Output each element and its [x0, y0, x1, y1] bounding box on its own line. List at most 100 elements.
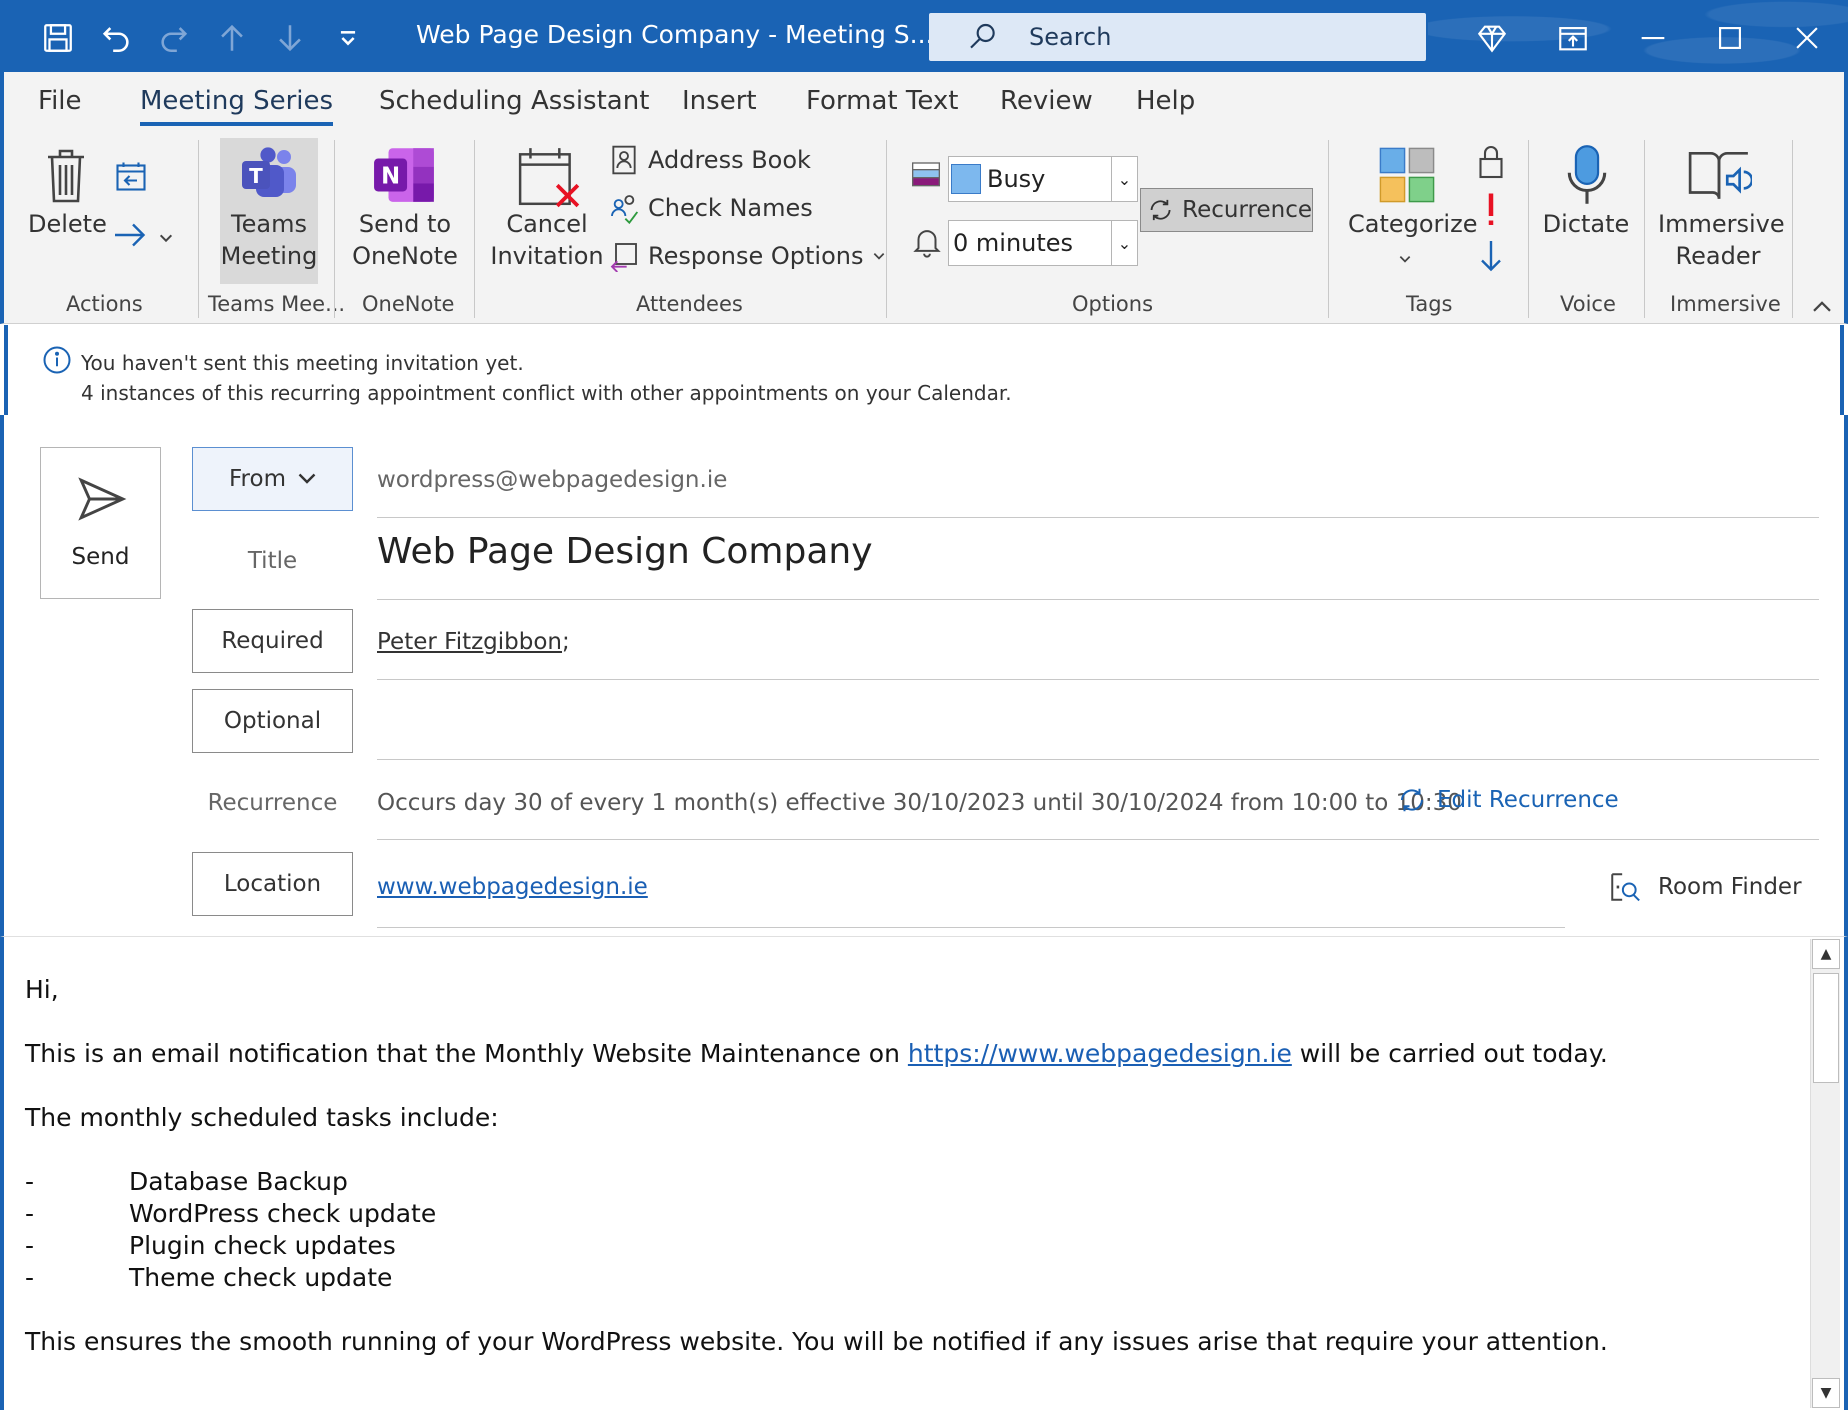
- group-label-tags: Tags: [1406, 292, 1453, 316]
- body-greeting: Hi,: [25, 975, 59, 1004]
- show-as-icon: [912, 162, 940, 187]
- ribbon-display-icon[interactable]: [1553, 18, 1593, 58]
- recurrence-icon: [1401, 788, 1423, 812]
- tab-scheduling-assistant[interactable]: Scheduling Assistant: [379, 86, 649, 116]
- vertical-scrollbar[interactable]: ▲ ▼: [1810, 939, 1840, 1408]
- from-value: wordpress@webpagedesign.ie: [377, 467, 728, 493]
- required-attendees-input[interactable]: Peter Fitzgibbon;: [377, 629, 570, 655]
- categorize-label: Categorize: [1348, 210, 1478, 238]
- tab-file[interactable]: File: [38, 86, 82, 116]
- onenote-label-line1: Send to: [358, 210, 452, 238]
- low-importance-icon[interactable]: [1476, 238, 1506, 274]
- chevron-down-icon: [1399, 256, 1411, 263]
- delete-label: Delete: [28, 210, 107, 238]
- room-finder-label: Room Finder: [1658, 874, 1802, 900]
- info-conflict: 4 instances of this recurring appointmen…: [81, 381, 1012, 405]
- body-paragraph-3: This ensures the smooth running of your …: [25, 1327, 1608, 1356]
- tab-review[interactable]: Review: [1000, 86, 1093, 116]
- redo-icon[interactable]: [154, 18, 194, 58]
- reminder-dropdown[interactable]: 0 minutes ⌄: [948, 220, 1138, 266]
- body-paragraph-1: This is an email notification that the M…: [25, 1039, 1608, 1068]
- response-options-button[interactable]: Response Options: [608, 240, 886, 272]
- forward-arrow-icon[interactable]: [112, 220, 148, 250]
- from-button[interactable]: From: [192, 447, 353, 511]
- address-book-button[interactable]: Address Book: [608, 144, 811, 176]
- svg-text:T: T: [249, 164, 263, 188]
- info-not-sent: You haven't sent this meeting invitation…: [81, 351, 524, 375]
- chevron-down-icon: [298, 473, 316, 484]
- scroll-up-icon[interactable]: ▲: [1812, 939, 1840, 969]
- immersive-label-line2: Reader: [1675, 242, 1761, 270]
- tab-format-text[interactable]: Format Text: [806, 86, 958, 116]
- location-link[interactable]: www.webpagedesign.ie: [377, 874, 648, 900]
- undo-icon[interactable]: [96, 18, 136, 58]
- ribbon-separator: [886, 140, 887, 318]
- group-label-teams: Teams Mee...: [208, 292, 346, 316]
- attendee-name[interactable]: Peter Fitzgibbon: [377, 629, 562, 655]
- tab-help[interactable]: Help: [1136, 86, 1195, 116]
- group-label-attendees: Attendees: [636, 292, 743, 316]
- trash-icon: [48, 149, 84, 203]
- collapse-ribbon-icon[interactable]: [1812, 298, 1832, 314]
- immersive-label-line1: Immersive: [1658, 210, 1785, 238]
- response-options-icon: [610, 243, 637, 272]
- edit-recurrence-link[interactable]: Edit Recurrence: [1397, 785, 1619, 815]
- forward-dropdown-icon[interactable]: [158, 230, 174, 246]
- para1-text-before: This is an email notification that the M…: [25, 1039, 908, 1068]
- website-link[interactable]: https://www.webpagedesign.ie: [908, 1039, 1292, 1068]
- scroll-down-icon[interactable]: ▼: [1812, 1378, 1840, 1408]
- list-item: - Database Backup: [25, 1167, 348, 1196]
- onenote-icon: N: [374, 148, 434, 202]
- move-to-calendar-icon[interactable]: [112, 158, 150, 194]
- search-box[interactable]: Search: [929, 13, 1426, 61]
- location-button[interactable]: Location: [192, 852, 353, 916]
- para1-text-after: will be carried out today.: [1291, 1039, 1608, 1068]
- search-icon: [970, 23, 995, 49]
- cancel-label-line1: Cancel: [506, 210, 588, 238]
- send-button[interactable]: Send: [40, 447, 161, 599]
- title-label: Title: [247, 548, 298, 574]
- divider: [377, 839, 1819, 840]
- response-options-label: Response Options: [648, 242, 864, 270]
- teams-meeting-button[interactable]: T Teams Meeting: [220, 138, 318, 284]
- scrollbar-thumb[interactable]: [1813, 973, 1839, 1083]
- room-finder-button[interactable]: Room Finder: [1608, 870, 1802, 904]
- minimize-icon[interactable]: [1633, 18, 1673, 58]
- up-arrow-icon[interactable]: [212, 18, 252, 58]
- title-input[interactable]: Web Page Design Company: [377, 531, 873, 572]
- down-arrow-icon[interactable]: [270, 18, 310, 58]
- optional-button[interactable]: Optional: [192, 689, 353, 753]
- list-item: - Plugin check updates: [25, 1231, 396, 1260]
- address-book-icon: [612, 145, 636, 175]
- recurrence-button[interactable]: Recurrence: [1140, 188, 1313, 232]
- check-names-button[interactable]: Check Names: [608, 192, 813, 224]
- room-finder-icon: [1611, 873, 1640, 902]
- customize-toolbar-icon[interactable]: [328, 18, 368, 58]
- recurrence-icon: [1150, 199, 1171, 221]
- ribbon-separator: [334, 140, 335, 318]
- ribbon-separator: [1792, 140, 1793, 318]
- dictate-label: Dictate: [1542, 210, 1630, 238]
- maximize-icon[interactable]: [1710, 18, 1750, 58]
- high-importance-icon[interactable]: [1480, 192, 1502, 228]
- cancel-label-line2: Invitation: [490, 242, 604, 270]
- show-as-dropdown[interactable]: Busy ⌄: [948, 156, 1138, 202]
- chevron-down-icon: ⌄: [1111, 221, 1137, 265]
- edit-recurrence-label: Edit Recurrence: [1437, 787, 1619, 813]
- close-icon[interactable]: [1787, 18, 1827, 58]
- divider: [377, 517, 1819, 518]
- search-placeholder: Search: [1029, 23, 1112, 51]
- ribbon-separator: [1328, 140, 1329, 318]
- diamond-icon[interactable]: [1472, 18, 1512, 58]
- save-icon[interactable]: [38, 18, 78, 58]
- required-button[interactable]: Required: [192, 609, 353, 673]
- list-item: - Theme check update: [25, 1263, 393, 1292]
- tab-meeting-series[interactable]: Meeting Series: [140, 86, 334, 126]
- ribbon-separator: [1644, 140, 1645, 318]
- tab-insert[interactable]: Insert: [682, 86, 757, 116]
- lock-icon[interactable]: [1476, 144, 1506, 180]
- chevron-down-icon: ⌄: [1111, 157, 1137, 201]
- from-label: From: [229, 466, 286, 492]
- ribbon-separator: [1528, 140, 1529, 318]
- message-body[interactable]: Hi, This is an email notification that t…: [0, 937, 1848, 1410]
